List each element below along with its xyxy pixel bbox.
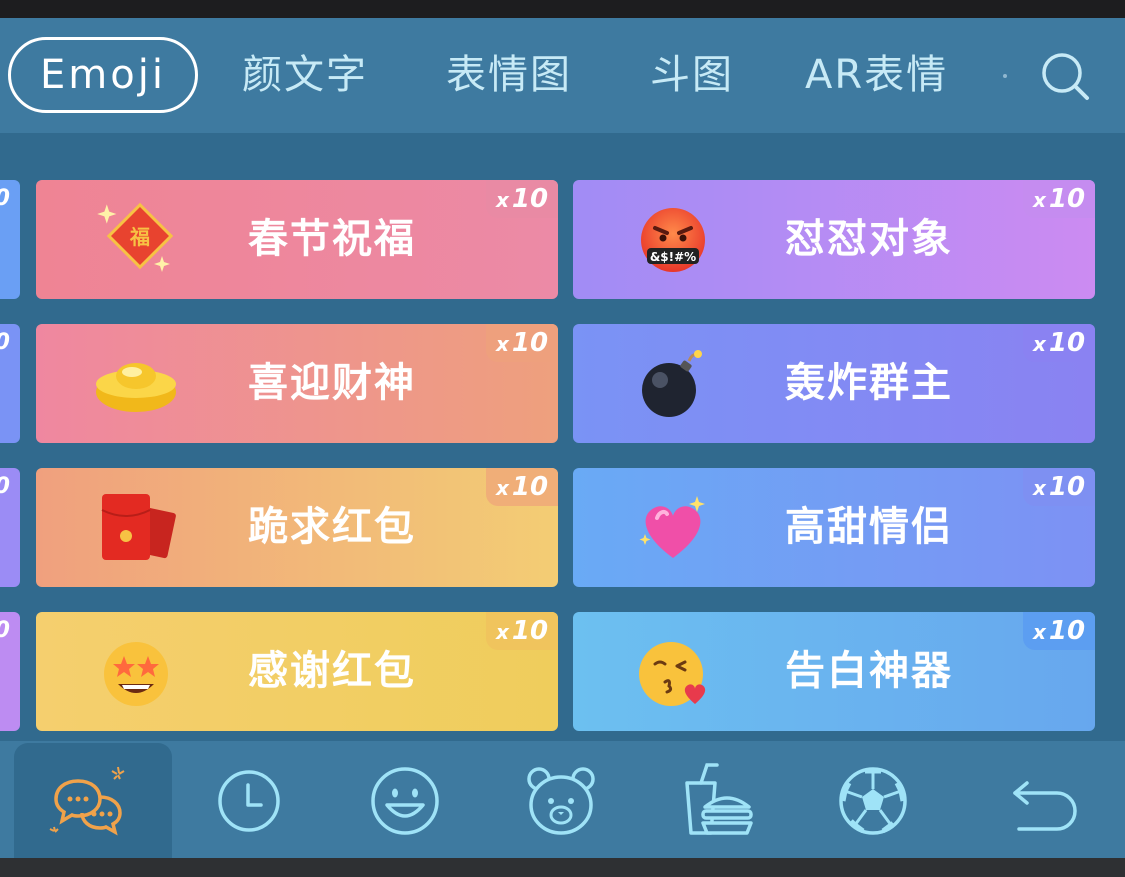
- partial-card-badge: 10: [0, 330, 10, 355]
- partial-card-badge: 10: [0, 618, 10, 643]
- card-label: 怼怼对象: [785, 216, 953, 262]
- tab-stickers[interactable]: 表情图: [446, 44, 572, 106]
- badge-prefix: x: [1032, 620, 1046, 644]
- bomb-icon: [642, 350, 702, 417]
- badge-prefix: x: [1032, 476, 1046, 500]
- sticker-pack-card[interactable]: x 10 告白神器: [573, 612, 1095, 731]
- count-badge: x 10: [486, 468, 558, 506]
- sticker-pack-grid: 10 10 10 10 x10 福 春节祝福 x10: [0, 133, 1125, 741]
- soccer-ball-icon[interactable]: [833, 761, 913, 841]
- card-label: 高甜情侣: [785, 504, 953, 550]
- tab-ar-stickers[interactable]: AR表情: [805, 44, 948, 106]
- badge-count: 10: [511, 328, 549, 358]
- sticker-pack-card[interactable]: x 10 &$!#% 怼怼对象: [573, 180, 1095, 299]
- sticker-pack-card[interactable]: x 10 感谢红包: [36, 612, 558, 731]
- partial-card[interactable]: 10: [0, 324, 20, 443]
- badge-count: 10: [1048, 616, 1086, 646]
- badge-count: 10: [1048, 328, 1086, 358]
- bear-icon[interactable]: [521, 761, 601, 841]
- badge-prefix: x: [1032, 188, 1046, 212]
- card-label: 告白神器: [785, 648, 953, 694]
- food-icon[interactable]: [677, 761, 757, 841]
- sticker-pack-card[interactable]: x 10 高甜情侣: [573, 468, 1095, 587]
- chat-bubbles-icon[interactable]: [48, 761, 128, 841]
- card-label: 跪求红包: [248, 504, 416, 550]
- bottom-bar-edge: [0, 743, 14, 860]
- category-tab-bar: Emoji 颜文字 表情图 斗图 AR表情: [0, 18, 1125, 133]
- kissing-heart-icon: [639, 642, 706, 706]
- svg-text:福: 福: [129, 225, 150, 249]
- red-envelope-icon: [101, 494, 176, 560]
- partial-card-badge: 10: [0, 186, 10, 211]
- sticker-pack-card[interactable]: x 10 跪求红包: [36, 468, 558, 587]
- tab-doutu[interactable]: 斗图: [650, 44, 734, 106]
- badge-prefix: x: [495, 476, 509, 500]
- badge-count: 10: [511, 472, 549, 502]
- count-badge: x 10: [486, 612, 558, 650]
- count-badge: x 10: [486, 180, 558, 218]
- star-struck-icon: [104, 642, 168, 706]
- partial-card[interactable]: 10: [0, 612, 20, 731]
- bottom-category-bar: [0, 741, 1125, 860]
- back-arrow-icon[interactable]: [1005, 761, 1085, 841]
- card-label: 轰炸群主: [785, 360, 953, 406]
- gold-ingot-icon: [96, 363, 176, 412]
- top-status-strip: [0, 0, 1125, 18]
- badge-count: 10: [511, 616, 549, 646]
- partial-card-badge: 10: [0, 474, 10, 499]
- badge-count: 10: [1048, 184, 1086, 214]
- count-badge: x 10: [1023, 612, 1095, 650]
- badge-prefix: x: [495, 620, 509, 644]
- card-label: 感谢红包: [248, 648, 416, 694]
- tab-separator-dot: [1003, 74, 1007, 78]
- clock-icon[interactable]: [209, 761, 289, 841]
- cursing-face-icon: &$!#%: [641, 208, 705, 272]
- tab-kaomoji[interactable]: 颜文字: [242, 44, 368, 106]
- badge-prefix: x: [495, 332, 509, 356]
- badge-count: 10: [511, 184, 549, 214]
- cursing-symbols: &$!#%: [650, 250, 696, 264]
- search-icon[interactable]: [1040, 51, 1090, 101]
- sticker-pack-card[interactable]: x 10 喜迎财神: [36, 324, 558, 443]
- badge-prefix: x: [1032, 332, 1046, 356]
- bottom-home-strip: [0, 858, 1125, 877]
- partial-card[interactable]: 10: [0, 180, 20, 299]
- count-badge: x 10: [1023, 324, 1095, 362]
- smiley-icon[interactable]: [365, 761, 445, 841]
- fu-diamond-icon: 福: [97, 202, 174, 272]
- sticker-pack-card[interactable]: x 10 福 春节祝福: [36, 180, 558, 299]
- count-badge: x 10: [486, 324, 558, 362]
- card-label: 春节祝福: [248, 216, 416, 262]
- partial-card[interactable]: 10: [0, 468, 20, 587]
- count-badge: x 10: [1023, 180, 1095, 218]
- badge-count: 10: [1048, 472, 1086, 502]
- sparkling-heart-icon: [639, 496, 705, 558]
- badge-prefix: x: [495, 188, 509, 212]
- count-badge: x 10: [1023, 468, 1095, 506]
- card-label: 喜迎财神: [248, 360, 416, 406]
- emoji-keyboard: Emoji 颜文字 表情图 斗图 AR表情 10 10 10 10 x10 福 …: [0, 18, 1125, 860]
- sticker-pack-card[interactable]: x 10 轰炸群主: [573, 324, 1095, 443]
- tab-emoji[interactable]: Emoji: [8, 37, 198, 113]
